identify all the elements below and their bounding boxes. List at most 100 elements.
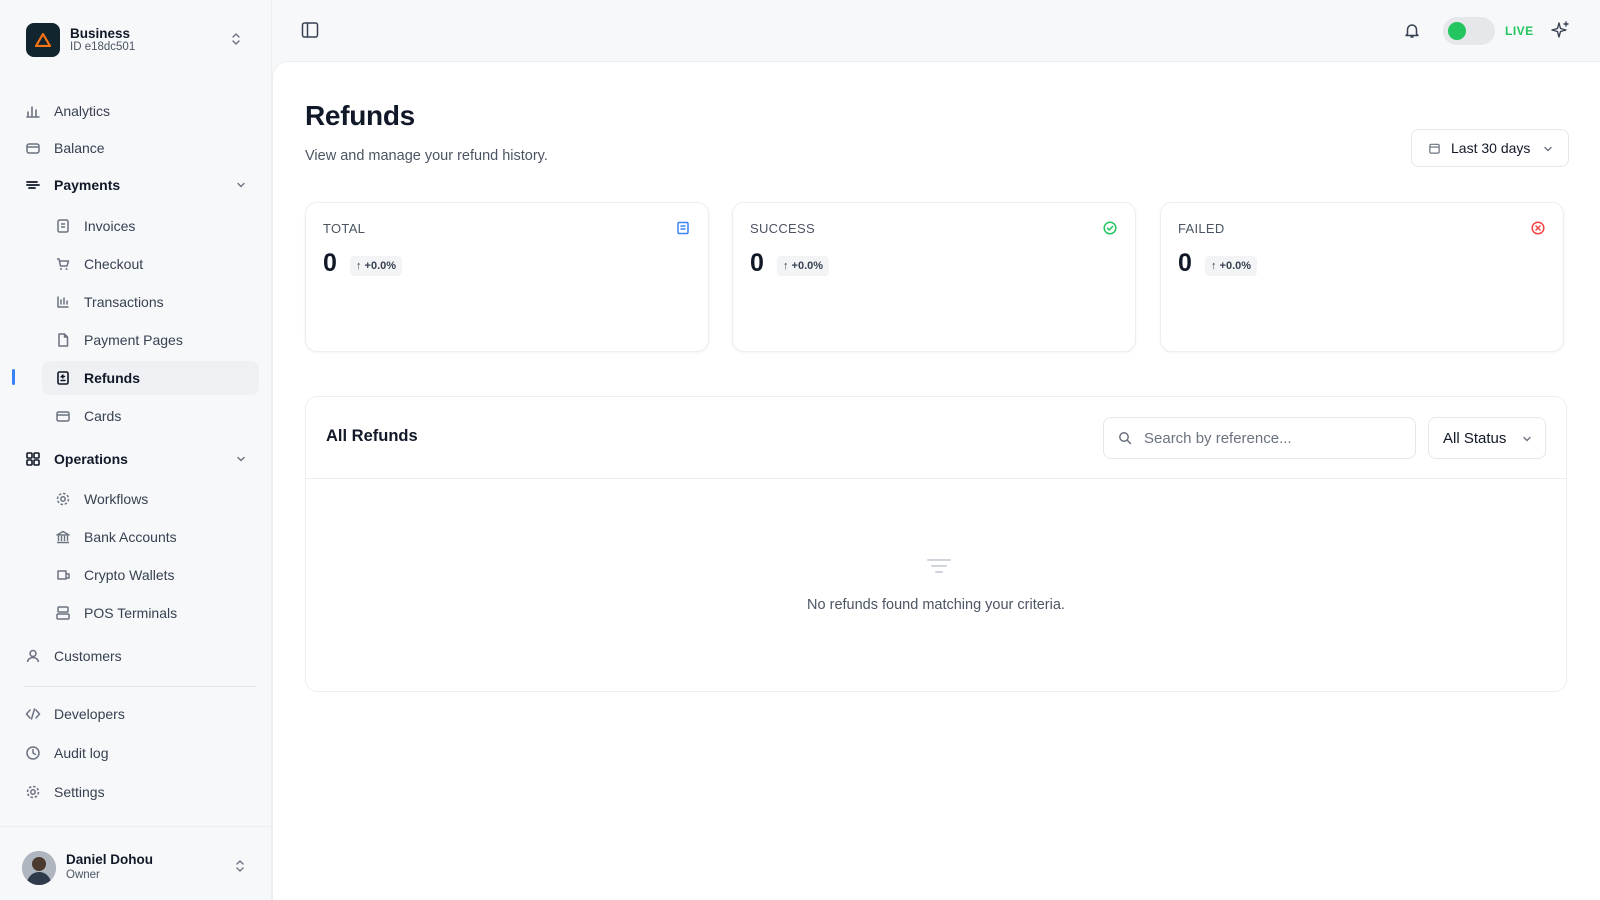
- sidebar-item-audit-log[interactable]: Audit log: [14, 736, 259, 770]
- receipt-icon: [676, 221, 690, 235]
- business-switcher[interactable]: Business ID e18dc501: [26, 22, 246, 58]
- stat-change-badge: ↑ +0.0%: [1205, 256, 1258, 276]
- section-title: All Refunds: [326, 427, 418, 445]
- sidebar-item-refunds[interactable]: Refunds: [42, 361, 259, 395]
- sidebar-toggle-icon[interactable]: [300, 20, 320, 45]
- sidebar-item-label: Balance: [54, 140, 105, 156]
- stat-value: 0: [323, 249, 337, 277]
- sidebar-item-label: Analytics: [54, 103, 111, 119]
- sidebar-divider: [24, 686, 256, 687]
- stat-label: TOTAL: [323, 221, 366, 236]
- search-input[interactable]: [1144, 429, 1394, 447]
- sidebar-item-label: Audit log: [54, 745, 109, 761]
- sidebar-item-transactions[interactable]: Transactions: [42, 285, 259, 319]
- live-mode-toggle[interactable]: [1443, 17, 1495, 45]
- sidebar-item-label: Checkout: [84, 256, 144, 272]
- wallet-icon: [24, 139, 42, 157]
- sidebar-item-bank-accounts[interactable]: Bank Accounts: [42, 520, 259, 554]
- invoice-icon: [54, 217, 72, 235]
- chevron-down-icon: [1542, 143, 1554, 155]
- stat-label: SUCCESS: [750, 221, 815, 236]
- stat-label: FAILED: [1178, 221, 1225, 236]
- sidebar-item-label: Transactions: [84, 294, 164, 310]
- user-name: Daniel Dohou: [66, 852, 153, 867]
- page-subtitle: View and manage your refund history.: [305, 148, 548, 164]
- sidebar-item-label: Payments: [54, 177, 121, 193]
- sidebar-item-label: Developers: [54, 706, 125, 722]
- sidebar-item-workflows[interactable]: Workflows: [42, 482, 259, 516]
- sidebar-item-label: POS Terminals: [84, 605, 178, 621]
- sidebar-item-customers[interactable]: Customers: [14, 639, 259, 673]
- user-role: Owner: [66, 869, 100, 881]
- sidebar-item-label: Settings: [54, 784, 105, 800]
- payments-icon: [24, 176, 42, 194]
- stat-change-badge: ↑ +0.0%: [777, 256, 830, 276]
- date-range-label: Last 30 days: [1451, 140, 1531, 156]
- sidebar-item-developers[interactable]: Developers: [14, 697, 259, 731]
- sidebar-item-payment-pages[interactable]: Payment Pages: [42, 323, 259, 357]
- refund-icon: [54, 369, 72, 387]
- sidebar-item-label: Bank Accounts: [84, 529, 177, 545]
- search-box: [1103, 417, 1416, 459]
- filter-lines-icon: [926, 557, 952, 582]
- date-range-button[interactable]: Last 30 days: [1411, 129, 1569, 167]
- sidebar-item-label: Workflows: [84, 491, 149, 507]
- sidebar-item-cards[interactable]: Cards: [42, 399, 259, 433]
- business-id: ID e18dc501: [70, 41, 136, 54]
- file-icon: [54, 331, 72, 349]
- bank-icon: [54, 528, 72, 546]
- empty-state-text: No refunds found matching your criteria.: [807, 597, 1065, 613]
- sidebar-item-analytics[interactable]: Analytics: [14, 94, 259, 128]
- refunds-table-card: All Refunds All Status No refunds found …: [305, 396, 1567, 692]
- credit-card-icon: [54, 407, 72, 425]
- wallet-icon: [54, 566, 72, 584]
- sidebar-group-payments[interactable]: Payments: [14, 168, 259, 202]
- refunds-table-header: All Refunds All Status: [306, 397, 1566, 479]
- toggle-knob: [1448, 22, 1466, 40]
- chevrons-up-down-icon: [234, 859, 246, 878]
- active-indicator: [12, 369, 15, 385]
- chevron-down-icon: [1521, 433, 1533, 445]
- chevron-down-icon: [235, 178, 247, 194]
- sidebar: Business ID e18dc501 Analytics Balance P…: [0, 0, 272, 900]
- sidebar-item-settings[interactable]: Settings: [14, 775, 259, 809]
- user-menu[interactable]: Daniel Dohou Owner: [0, 826, 272, 900]
- sidebar-group-operations[interactable]: Operations: [14, 442, 259, 476]
- stat-value: 0: [750, 249, 764, 277]
- business-name: Business: [70, 25, 131, 41]
- calendar-icon: [1428, 142, 1441, 155]
- bar-chart-icon: [24, 102, 42, 120]
- gear-icon: [24, 783, 42, 801]
- clock-icon: [24, 744, 42, 762]
- stat-change-badge: ↑ +0.0%: [350, 256, 403, 276]
- sidebar-item-invoices[interactable]: Invoices: [42, 209, 259, 243]
- page-title: Refunds: [305, 100, 415, 131]
- cog-icon: [54, 490, 72, 508]
- stat-card-total: TOTAL 0 ↑ +0.0%: [305, 202, 709, 352]
- business-logo: [26, 23, 60, 57]
- stat-card-success: SUCCESS 0 ↑ +0.0%: [732, 202, 1136, 352]
- sidebar-item-label: Operations: [54, 451, 128, 467]
- status-filter-label: All Status: [1443, 429, 1507, 447]
- main-content: Refunds View and manage your refund hist…: [272, 61, 1600, 900]
- sidebar-item-label: Payment Pages: [84, 332, 183, 348]
- sidebar-item-balance[interactable]: Balance: [14, 131, 259, 165]
- check-circle-icon: [1103, 221, 1117, 235]
- x-circle-icon: [1531, 221, 1545, 235]
- sidebar-item-checkout[interactable]: Checkout: [42, 247, 259, 281]
- status-filter-select[interactable]: All Status: [1428, 417, 1546, 459]
- sidebar-item-pos-terminals[interactable]: POS Terminals: [42, 596, 259, 630]
- chevrons-up-down-icon: [230, 32, 242, 51]
- sparkles-icon[interactable]: [1551, 20, 1571, 45]
- code-icon: [24, 705, 42, 723]
- search-icon: [1118, 431, 1132, 445]
- grid-icon: [24, 450, 42, 468]
- user-icon: [24, 647, 42, 665]
- cart-icon: [54, 255, 72, 273]
- sidebar-item-crypto-wallets[interactable]: Crypto Wallets: [42, 558, 259, 592]
- avatar: [22, 851, 56, 885]
- sidebar-item-label: Crypto Wallets: [84, 567, 175, 583]
- stat-card-failed: FAILED 0 ↑ +0.0%: [1160, 202, 1564, 352]
- stat-value: 0: [1178, 249, 1192, 277]
- bell-icon[interactable]: [1403, 21, 1421, 44]
